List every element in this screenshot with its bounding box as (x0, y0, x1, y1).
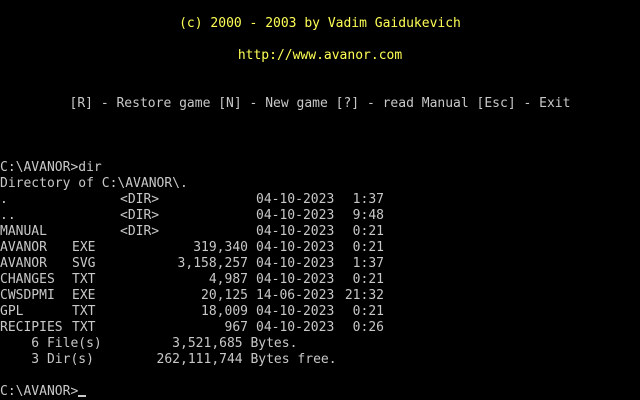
directory-header: Directory of C:\AVANOR\. (0, 176, 188, 191)
exit-label: - Exit (515, 96, 571, 111)
exit-key[interactable]: [Esc] (477, 96, 516, 111)
entry-extension: EXE (72, 240, 96, 255)
dos-screen: (c) 2000 - 2003 by Vadim Gaidukevich htt… (0, 0, 640, 400)
dirs-summary: 3 Dir(s) 262,111,744 Bytes free. (0, 352, 337, 367)
entry-size: <DIR> (120, 208, 160, 223)
entry-date: 04-10-2023 (256, 304, 335, 319)
entry-extension: EXE (72, 288, 96, 303)
entry-time: 0:26 (344, 320, 384, 335)
entry-extension: SVG (72, 256, 96, 271)
entry-date: 14-06-2023 (256, 288, 335, 303)
entry-date: 04-10-2023 (256, 192, 335, 207)
new-game-key[interactable]: [N] (218, 96, 241, 111)
entry-name: AVANOR (0, 256, 47, 271)
entry-date: 04-10-2023 (256, 240, 335, 255)
manual-label: - read Manual (359, 96, 477, 111)
entry-size: <DIR> (120, 192, 160, 207)
website-url[interactable]: http://www.avanor.com (0, 48, 640, 64)
restore-label: - Restore game (93, 96, 219, 111)
dir-command: C:\AVANOR>dir (0, 160, 102, 175)
entry-time: 0:21 (344, 224, 384, 239)
entry-time: 1:37 (344, 192, 384, 207)
entry-time: 9:48 (344, 208, 384, 223)
entry-date: 04-10-2023 (256, 256, 335, 271)
entry-time: 0:21 (344, 304, 384, 319)
entry-name: CHANGES (0, 272, 55, 287)
entry-time: 0:21 (344, 272, 384, 287)
entry-name: RECIPIES (0, 320, 63, 335)
entry-extension: TXT (72, 320, 96, 335)
entry-size: 967 (224, 320, 248, 335)
entry-extension: TXT (72, 304, 96, 319)
entry-size: 319,340 (193, 240, 248, 255)
entry-time: 1:37 (344, 256, 384, 271)
entry-name: CWSDPMI (0, 288, 55, 303)
entry-size: 3,158,257 (177, 256, 248, 271)
copyright-text: (c) 2000 - 2003 by Vadim Gaidukevich (179, 16, 461, 31)
entry-extension: TXT (72, 272, 96, 287)
entry-name: GPL (0, 304, 24, 319)
manual-key[interactable]: [?] (336, 96, 359, 111)
prompt-text: C:\AVANOR> (0, 384, 79, 399)
entry-name: .. (0, 208, 16, 223)
entry-date: 04-10-2023 (256, 272, 335, 287)
entry-time: 0:21 (344, 240, 384, 255)
entry-name: . (0, 192, 8, 207)
entry-size: 20,125 (201, 288, 248, 303)
entry-time: 21:32 (344, 288, 384, 303)
entry-date: 04-10-2023 (256, 208, 335, 223)
files-summary: 6 File(s) 3,521,685 Bytes. (0, 336, 298, 351)
entry-size: <DIR> (120, 224, 160, 239)
text-cursor (78, 395, 87, 397)
main-menu: [R] - Restore game [N] - New game [?] - … (0, 96, 640, 112)
entry-name: MANUAL (0, 224, 47, 239)
entry-size: 4,987 (208, 272, 248, 287)
entry-name: AVANOR (0, 240, 47, 255)
entry-size: 18,009 (201, 304, 248, 319)
entry-date: 04-10-2023 (256, 224, 335, 239)
entry-date: 04-10-2023 (256, 320, 335, 335)
restore-key[interactable]: [R] (70, 96, 93, 111)
new-game-label: - New game (241, 96, 336, 111)
command-prompt[interactable]: C:\AVANOR> (0, 384, 87, 400)
